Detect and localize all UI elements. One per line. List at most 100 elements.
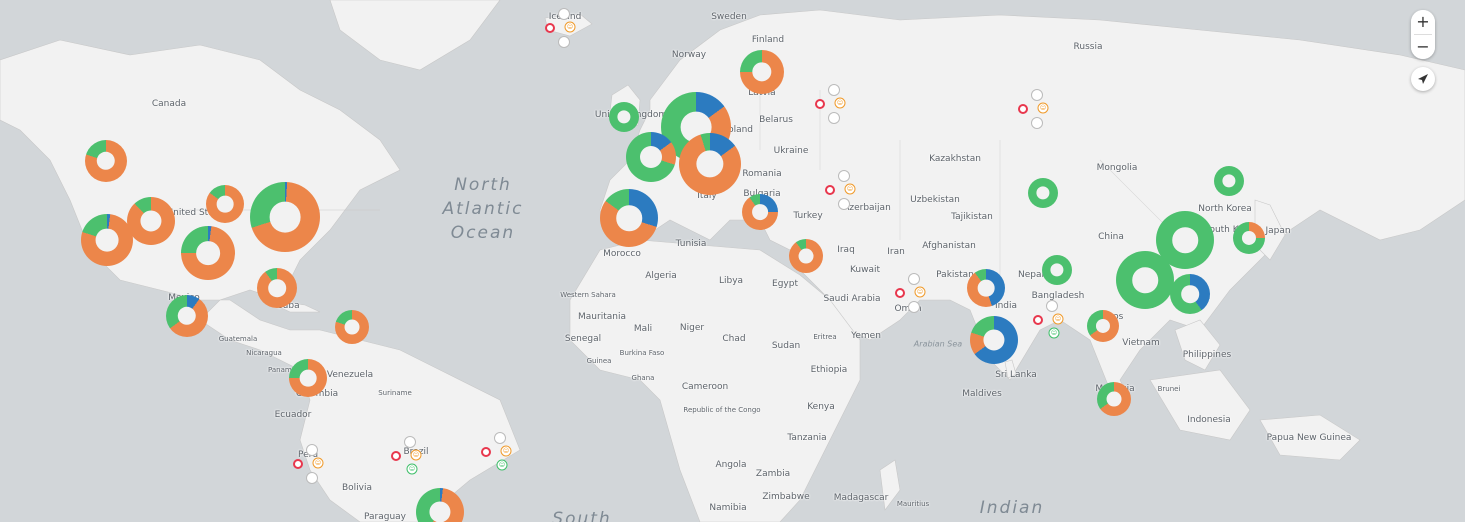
cluster-bangladesh-empty-marker[interactable] <box>1046 300 1058 312</box>
cluster-moscow-alert-marker[interactable] <box>815 99 825 109</box>
country-label-saudi-arabia: Saudi Arabia <box>823 294 881 304</box>
ocean-label-south: South <box>552 509 612 522</box>
zoom-in-button[interactable]: + <box>1411 10 1435 34</box>
cluster-colombia-donut[interactable] <box>289 359 327 397</box>
country-label-sudan: Sudan <box>771 341 801 351</box>
country-label-suriname: Suriname <box>378 389 412 397</box>
country-label-afghanistan: Afghanistan <box>922 241 976 251</box>
cluster-caucasus-alert-marker[interactable] <box>825 185 835 195</box>
cluster-peru-alert-marker[interactable] <box>293 459 303 469</box>
world-map[interactable]: IcelandSwedenFinlandNorwayRussiaCanadaLa… <box>0 0 1465 522</box>
cluster-iceland-empty-marker[interactable] <box>558 8 570 20</box>
cluster-brazil-east-user-marker[interactable]: ☺ <box>500 445 512 457</box>
cluster-malaysia-donut[interactable] <box>1097 382 1131 416</box>
country-label-republic-of-the-congo: Republic of the Congo <box>683 406 761 414</box>
country-label-china: China <box>1098 232 1124 242</box>
country-label-north-korea: North Korea <box>1198 204 1252 214</box>
cluster-bangladesh-user-marker[interactable]: ☺ <box>1052 313 1064 325</box>
cluster-oman-empty-marker[interactable] <box>908 301 920 313</box>
cluster-mexico-donut[interactable] <box>166 295 208 337</box>
country-label-iran: Iran <box>887 247 905 257</box>
cluster-brazil-east-alert-marker[interactable] <box>481 447 491 457</box>
country-label-madagascar: Madagascar <box>833 493 889 503</box>
ocean-label-indian: Indian <box>979 498 1045 518</box>
cluster-russia-east-user-marker[interactable]: ☺ <box>1037 102 1049 114</box>
cluster-russia-east-alert-marker[interactable] <box>1018 104 1028 114</box>
cluster-caucasus-empty-marker[interactable] <box>838 198 850 210</box>
country-label-turkey: Turkey <box>793 211 823 221</box>
cluster-russia-east-empty-marker[interactable] <box>1031 89 1043 101</box>
cluster-caucasus-empty-marker[interactable] <box>838 170 850 182</box>
cluster-bangladesh-group-marker[interactable]: ☺ <box>1048 327 1060 339</box>
cluster-us-midwest-donut[interactable] <box>206 185 244 223</box>
cluster-taiwan-donut[interactable] <box>1170 274 1210 314</box>
cluster-brazil-west-empty-marker[interactable] <box>404 436 416 448</box>
cluster-thailand-donut[interactable] <box>1087 310 1119 342</box>
country-label-yemen: Yemen <box>851 331 881 341</box>
cluster-north-china-donut[interactable] <box>1214 166 1244 196</box>
cluster-us-east-donut[interactable] <box>250 182 320 252</box>
country-label-philippines: Philippines <box>1182 350 1232 360</box>
navigation-arrow-icon <box>1418 74 1428 84</box>
cluster-russia-east-empty-marker[interactable] <box>1031 117 1043 129</box>
cluster-peru-empty-marker[interactable] <box>306 444 318 456</box>
cluster-israel-donut[interactable] <box>789 239 823 273</box>
country-label-papua-new-guinea: Papua New Guinea <box>1266 433 1352 443</box>
country-label-paraguay: Paraguay <box>363 512 407 522</box>
country-label-tajikistan: Tajikistan <box>951 212 993 222</box>
cluster-spain-donut[interactable] <box>600 189 658 247</box>
cluster-caucasus-user-marker[interactable]: ☺ <box>844 183 856 195</box>
cluster-india-south-donut[interactable] <box>970 316 1018 364</box>
country-label-belarus: Belarus <box>759 115 793 125</box>
cluster-oman-user-marker[interactable]: ☺ <box>914 286 926 298</box>
cluster-florida-donut[interactable] <box>257 268 297 308</box>
cluster-finland-donut[interactable] <box>740 50 784 94</box>
cluster-oman-alert-marker[interactable] <box>895 288 905 298</box>
cluster-moscow-empty-marker[interactable] <box>828 84 840 96</box>
zoom-out-button[interactable]: − <box>1411 35 1435 59</box>
locate-button[interactable] <box>1411 67 1435 91</box>
cluster-us-california-donut[interactable] <box>81 214 133 266</box>
cluster-us-mountain-donut[interactable] <box>127 197 175 245</box>
cluster-korea-donut[interactable] <box>1233 222 1265 254</box>
country-label-ecuador: Ecuador <box>274 410 312 420</box>
country-label-guatemala: Guatemala <box>218 335 258 343</box>
cluster-south-china-donut[interactable] <box>1116 251 1174 309</box>
country-label-sweden: Sweden <box>711 12 747 22</box>
country-label-russia: Russia <box>1073 42 1103 52</box>
cluster-peru-user-marker[interactable]: ☺ <box>312 457 324 469</box>
cluster-iceland-alert-marker[interactable] <box>545 23 555 33</box>
cluster-moscow-empty-marker[interactable] <box>828 112 840 124</box>
cluster-oman-empty-marker[interactable] <box>908 273 920 285</box>
cluster-brazil-west-alert-marker[interactable] <box>391 451 401 461</box>
country-label-nepal: Nepal <box>1018 270 1044 280</box>
cluster-us-texas-donut[interactable] <box>181 226 235 280</box>
cluster-us-northwest-donut[interactable] <box>85 140 127 182</box>
country-label-ethiopia: Ethiopia <box>810 365 848 375</box>
cluster-iceland-empty-marker[interactable] <box>558 36 570 48</box>
cluster-austria-donut[interactable] <box>679 133 741 195</box>
cluster-iceland-user-marker[interactable]: ☺ <box>564 21 576 33</box>
country-label-maldives: Maldives <box>962 389 1002 399</box>
cluster-bangladesh-alert-marker[interactable] <box>1033 315 1043 325</box>
map-controls: + − <box>1411 10 1435 91</box>
cluster-peru-empty-marker[interactable] <box>306 472 318 484</box>
country-label-algeria: Algeria <box>645 271 677 281</box>
cluster-brazil-east-empty-marker[interactable] <box>494 432 506 444</box>
cluster-moscow-user-marker[interactable]: ☺ <box>834 97 846 109</box>
cluster-uk-donut[interactable] <box>609 102 639 132</box>
cluster-brazil-east-group-marker[interactable]: ☺ <box>496 459 508 471</box>
country-label-brunei: Brunei <box>1157 385 1181 393</box>
cluster-brazil-west-user-marker[interactable]: ☺ <box>410 449 422 461</box>
cluster-pakistan-donut[interactable] <box>967 269 1005 307</box>
country-label-uzbekistan: Uzbekistan <box>910 195 960 205</box>
cluster-brazil-west-group-marker[interactable]: ☺ <box>406 463 418 475</box>
country-label-kuwait: Kuwait <box>849 265 881 275</box>
country-label-tunisia: Tunisia <box>675 239 707 249</box>
cluster-nepal-donut[interactable] <box>1042 255 1072 285</box>
cluster-france-donut[interactable] <box>626 132 676 182</box>
cluster-bulgaria-donut[interactable] <box>742 194 778 230</box>
cluster-kazakhstan-donut[interactable] <box>1028 178 1058 208</box>
ocean-label-north-atlantic-ocean: North Atlantic Ocean <box>442 175 524 243</box>
cluster-caribbean-donut[interactable] <box>335 310 369 344</box>
